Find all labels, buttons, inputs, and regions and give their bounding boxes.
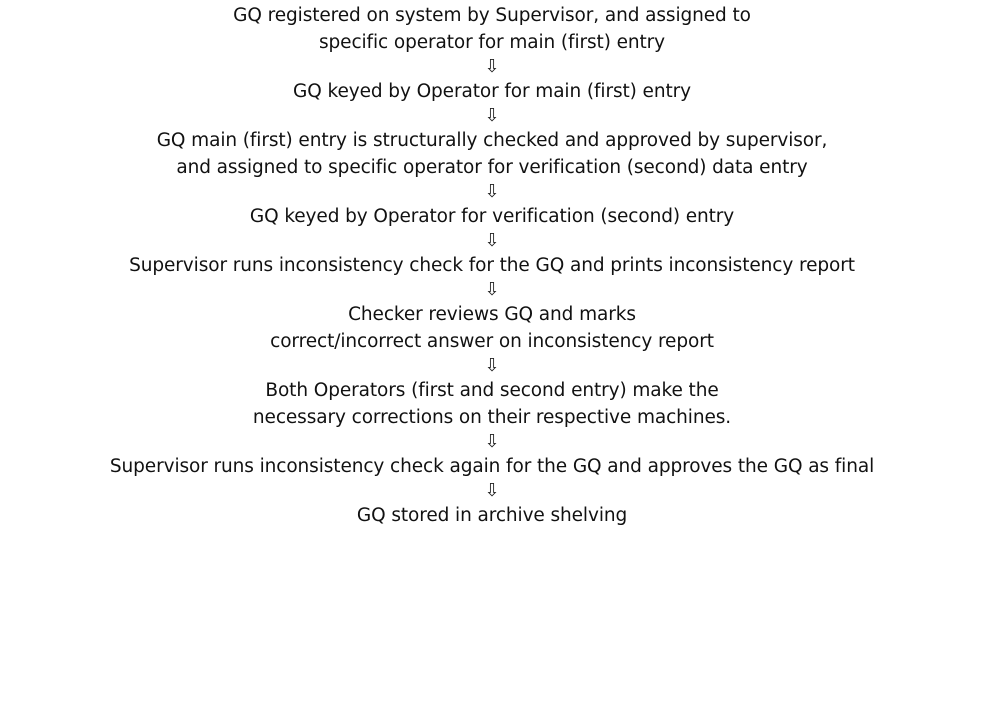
step-text-line: necessary corrections on their respectiv… (252, 407, 732, 428)
step-structural-check: GQ main (first) entry is structurally ch… (0, 127, 984, 181)
step-register-gq: GQ registered on system by Supervisor, a… (0, 2, 984, 56)
step-text-line: Both Operators (first and second entry) … (265, 380, 719, 401)
step-text-line: GQ keyed by Operator for verification (s… (249, 206, 735, 227)
step-text-line: and assigned to specific operator for ve… (176, 157, 808, 178)
step-operator-corrections: Both Operators (first and second entry) … (0, 377, 984, 431)
down-arrow-icon: ⇩ (484, 56, 500, 77)
down-arrow-icon: ⇩ (484, 431, 500, 452)
step-text-line: GQ stored in archive shelving (356, 505, 628, 526)
process-flowchart: GQ registered on system by Supervisor, a… (0, 2, 984, 529)
step-checker-review: Checker reviews GQ and marks correct/inc… (0, 301, 984, 355)
step-text-line: Supervisor runs inconsistency check for … (129, 255, 855, 276)
down-arrow-icon: ⇩ (484, 355, 500, 376)
step-final-approval: Supervisor runs inconsistency check agai… (0, 453, 984, 480)
down-arrow-icon: ⇩ (484, 279, 500, 300)
step-verification-keying: GQ keyed by Operator for verification (s… (0, 203, 984, 230)
step-text-line: GQ main (first) entry is structurally ch… (156, 130, 828, 151)
step-inconsistency-check: Supervisor runs inconsistency check for … (0, 252, 984, 279)
step-text-line: GQ keyed by Operator for main (first) en… (293, 81, 691, 102)
step-text-line: Checker reviews GQ and marks (348, 304, 636, 325)
down-arrow-icon: ⇩ (484, 230, 500, 251)
step-first-entry-keying: GQ keyed by Operator for main (first) en… (0, 78, 984, 105)
step-text-line: GQ registered on system by Supervisor, a… (233, 5, 751, 26)
down-arrow-icon: ⇩ (484, 480, 500, 501)
down-arrow-icon: ⇩ (484, 105, 500, 126)
step-text-line: Supervisor runs inconsistency check agai… (109, 456, 875, 477)
down-arrow-icon: ⇩ (484, 181, 500, 202)
step-text-line: correct/incorrect answer on inconsistenc… (270, 331, 714, 352)
step-archive-storage: GQ stored in archive shelving (0, 502, 984, 529)
step-text-line: specific operator for main (first) entry (318, 32, 666, 53)
